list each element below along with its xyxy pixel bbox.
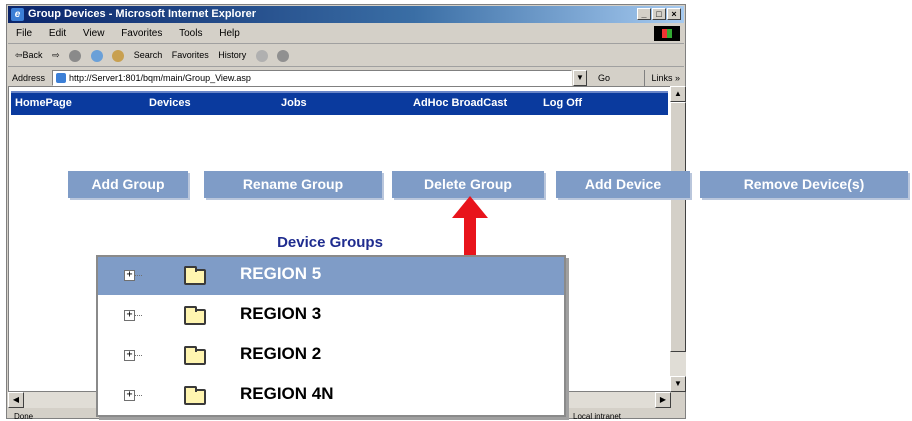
folder-icon <box>184 306 206 325</box>
group-row-region-2[interactable]: + REGION 2 <box>98 337 564 375</box>
expand-icon[interactable]: + <box>124 310 135 321</box>
address-input[interactable]: http://Server1:801/bqm/main/Group_View.a… <box>52 70 572 86</box>
expand-icon[interactable]: + <box>124 350 135 361</box>
add-group-button[interactable]: Add Group <box>68 171 188 198</box>
links-button[interactable]: Links » <box>644 70 680 86</box>
folder-icon <box>184 266 206 285</box>
folder-icon <box>184 386 206 405</box>
stop-icon[interactable] <box>69 49 82 62</box>
menu-bar: File Edit View Favorites Tools Help <box>8 24 684 44</box>
group-label: REGION 2 <box>240 344 322 363</box>
menu-tools[interactable]: Tools <box>179 28 202 39</box>
nav-jobs[interactable]: Jobs <box>281 93 307 113</box>
group-row-region-3[interactable]: + REGION 3 <box>98 297 564 335</box>
print-icon[interactable] <box>277 49 290 62</box>
scroll-up-icon[interactable]: ▲ <box>670 86 686 102</box>
mail-icon[interactable] <box>255 49 268 62</box>
refresh-icon[interactable] <box>90 49 103 62</box>
search-button[interactable]: Search <box>134 50 163 60</box>
favorites-button[interactable]: Favorites <box>172 50 209 60</box>
nav-adhoc-broadcast[interactable]: AdHoc BroadCast <box>413 93 507 113</box>
nav-log-off[interactable]: Log Off <box>543 93 582 113</box>
group-label: REGION 4N <box>240 384 334 403</box>
add-device-button[interactable]: Add Device <box>556 171 690 198</box>
security-zone: Local intranet <box>573 412 622 421</box>
menu-favorites[interactable]: Favorites <box>121 28 162 39</box>
folder-icon <box>184 346 206 365</box>
remove-devices-button[interactable]: Remove Device(s) <box>700 171 908 198</box>
back-button[interactable]: ⇦Back <box>15 50 43 60</box>
minimize-button[interactable]: _ <box>637 8 651 20</box>
scroll-left-icon[interactable]: ◀ <box>8 392 24 408</box>
red-arrow-icon <box>452 196 488 258</box>
maximize-button[interactable]: □ <box>652 8 666 20</box>
nav-homepage[interactable]: HomePage <box>15 93 72 113</box>
windows-logo-icon <box>654 26 680 41</box>
menu-help[interactable]: Help <box>219 28 240 39</box>
device-groups-title: Device Groups <box>277 234 383 251</box>
title-bar: e Group Devices - Microsoft Internet Exp… <box>8 6 684 23</box>
vertical-scrollbar[interactable]: ▲ ▼ <box>670 86 686 392</box>
device-groups-panel: + REGION 5 + REGION 3 + REGION 2 + REGIO… <box>96 255 566 417</box>
nav-devices[interactable]: Devices <box>149 93 191 113</box>
menu-edit[interactable]: Edit <box>49 28 66 39</box>
expand-icon[interactable]: + <box>124 270 135 281</box>
history-button[interactable]: History <box>218 50 246 60</box>
nav-bar: HomePage Devices Jobs AdHoc BroadCast Lo… <box>11 91 668 115</box>
address-dropdown-icon[interactable]: ▼ <box>573 70 587 86</box>
window-title: Group Devices - Microsoft Internet Explo… <box>28 8 256 20</box>
home-icon[interactable] <box>112 49 125 62</box>
expand-icon[interactable]: + <box>124 390 135 401</box>
scroll-right-icon[interactable]: ▶ <box>655 392 671 408</box>
group-row-region-5[interactable]: + REGION 5 <box>98 257 564 295</box>
window-controls: _ □ × <box>637 8 681 20</box>
menu-view[interactable]: View <box>83 28 105 39</box>
group-row-region-4n[interactable]: + REGION 4N <box>98 377 564 415</box>
forward-button[interactable]: ⇨ <box>52 50 60 60</box>
group-label: REGION 5 <box>240 264 322 283</box>
group-label: REGION 3 <box>240 304 322 323</box>
browser-toolbar: ⇦Back ⇨ Search Favorites History <box>8 44 684 67</box>
delete-group-button[interactable]: Delete Group <box>392 171 544 198</box>
go-button[interactable]: Go <box>598 70 610 86</box>
close-button[interactable]: × <box>667 8 681 20</box>
menu-file[interactable]: File <box>16 28 32 39</box>
scroll-down-icon[interactable]: ▼ <box>670 376 686 392</box>
status-text: Done <box>14 412 34 421</box>
rename-group-button[interactable]: Rename Group <box>204 171 382 198</box>
ie-icon: e <box>11 8 24 21</box>
scroll-thumb[interactable] <box>670 102 686 352</box>
